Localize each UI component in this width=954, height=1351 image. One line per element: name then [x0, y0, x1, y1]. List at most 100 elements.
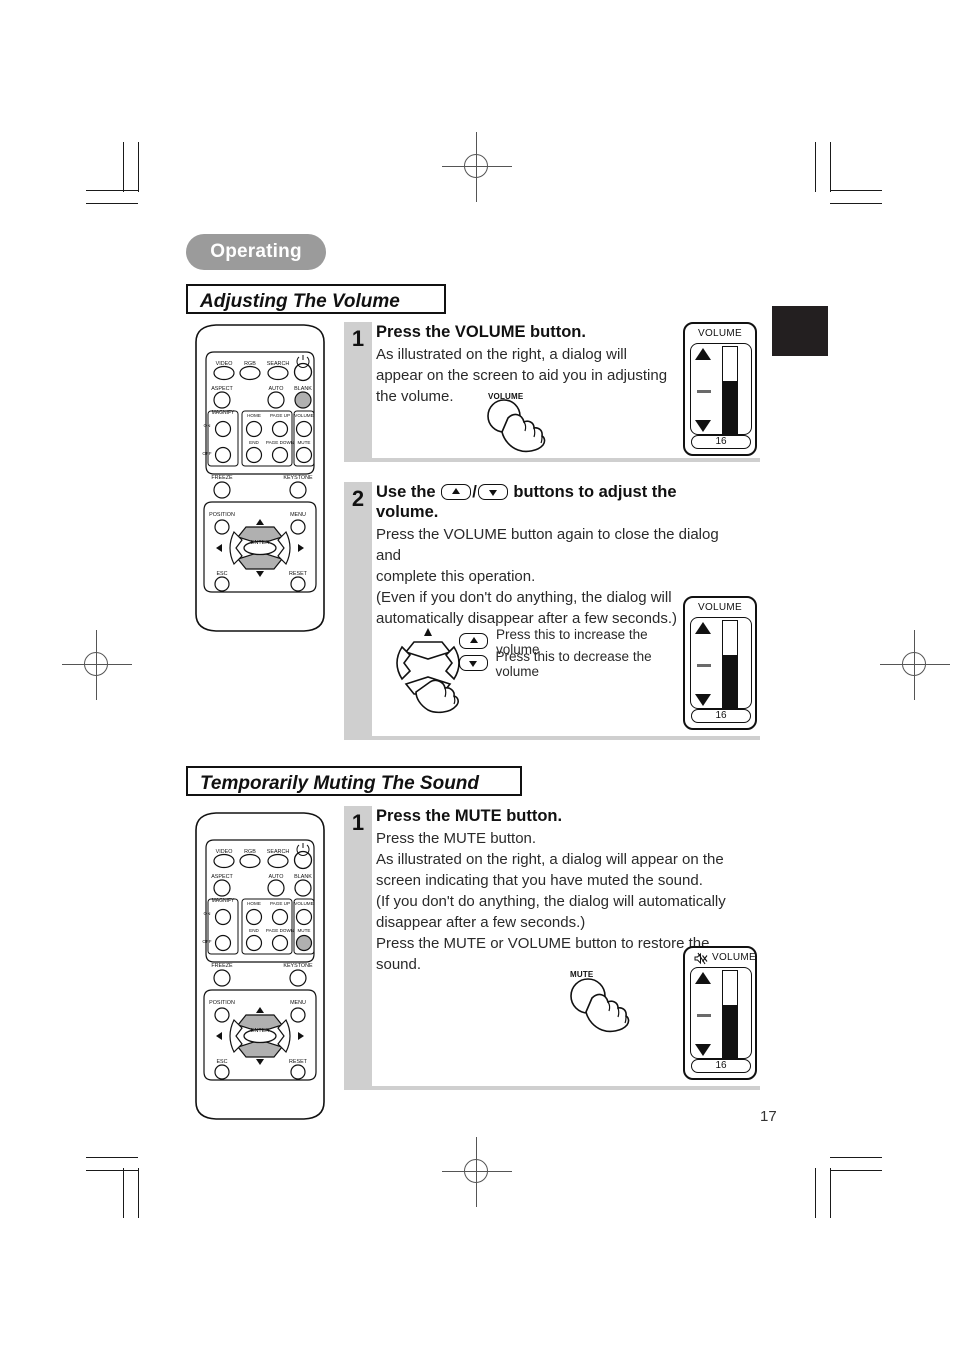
svg-text:MAGNIFY: MAGNIFY	[212, 410, 235, 416]
osd-title-2: VOLUME	[697, 602, 743, 613]
step-3-line-2: screen indicating that you have muted th…	[376, 872, 703, 889]
svg-text:PAGE UP: PAGE UP	[270, 413, 290, 418]
step-3-line-1: As illustrated on the right, a dialog wi…	[376, 851, 724, 868]
svg-text:POSITION: POSITION	[209, 512, 235, 518]
svg-text:ASPECT: ASPECT	[211, 386, 233, 392]
osd-level-fill-3	[723, 1005, 737, 1061]
svg-text:FREEZE: FREEZE	[211, 963, 233, 969]
svg-text:PAGE DOWN: PAGE DOWN	[266, 928, 294, 933]
svg-text:RESET: RESET	[289, 1059, 308, 1065]
step-number-2: 2	[351, 486, 365, 511]
step-number-3: 1	[351, 810, 365, 835]
osd-up-arrow-icon-1	[695, 348, 711, 360]
osd-down-arrow-icon-2	[695, 694, 711, 706]
osd-value-1: 16	[691, 435, 751, 449]
step-3-line-0: Press the MUTE button.	[376, 830, 537, 847]
step-2-heading-part3: volume.	[376, 503, 439, 521]
step-2-line-2: (Even if you don't do anything, the dial…	[376, 589, 672, 606]
step-2-heading-part2: buttons to adjust the	[513, 483, 677, 501]
down-arrow-pill-icon	[459, 655, 488, 671]
svg-text:AUTO: AUTO	[269, 386, 284, 392]
osd-volume-dialog-1: VOLUME 16	[683, 322, 757, 456]
svg-text:POSITION: POSITION	[209, 1000, 235, 1006]
osd-up-arrow-icon-3	[695, 972, 711, 984]
osd-level-bar-1	[722, 346, 738, 438]
osd-value-2: 16	[691, 709, 751, 723]
osd-volume-dialog-2: VOLUME 16	[683, 596, 757, 730]
legend-row-decrease: Press this to decrease the volume	[458, 649, 688, 679]
osd-up-arrow-icon-2	[695, 622, 711, 634]
svg-text:ASPECT: ASPECT	[211, 874, 233, 880]
svg-text:HOME: HOME	[247, 413, 261, 418]
osd-level-bar-3	[722, 970, 738, 1062]
svg-text:MUTE: MUTE	[297, 440, 310, 445]
svg-text:PAGE DOWN: PAGE DOWN	[266, 440, 294, 445]
manual-page: Operating Adjusting The Volume VIDEO RGB…	[0, 0, 954, 1351]
registration-mark-top	[442, 132, 512, 202]
osd-down-arrow-icon-3	[695, 1044, 711, 1056]
step-3-line-3: (If you don't do anything, the dialog wi…	[376, 893, 726, 910]
osd-volume-dialog-muted: VOLUME 16	[683, 946, 757, 1080]
step-1-line-1: appear on the screen to aid you in adjus…	[376, 367, 668, 384]
registration-mark-bottom	[442, 1137, 512, 1207]
svg-text:ENTER: ENTER	[251, 540, 269, 546]
step-2-line-1: complete this operation.	[376, 568, 536, 585]
page-number: 17	[760, 1108, 777, 1125]
osd-midpoint-dash-1	[697, 390, 711, 393]
svg-text:PAGE UP: PAGE UP	[270, 901, 290, 906]
hand-press-volume-illustration: VOLUME	[478, 392, 578, 454]
svg-text:BLANK: BLANK	[294, 874, 312, 880]
remote-control-illustration-volume: VIDEO RGB SEARCH ASPECT AUTO BLANK MAGNI…	[186, 322, 334, 634]
step-divider-2	[344, 736, 760, 740]
osd-midpoint-dash-3	[697, 1014, 711, 1017]
svg-text:ON: ON	[204, 423, 211, 428]
hand-press-mute-illustration: MUTE	[560, 970, 660, 1040]
registration-mark-right	[880, 630, 950, 700]
svg-text:OFF: OFF	[202, 939, 211, 944]
hand-label-mute: MUTE	[570, 970, 594, 979]
osd-level-bar-2	[722, 620, 738, 712]
step-2-line-0: Press the VOLUME button again to close t…	[376, 526, 719, 564]
step-band-3	[344, 806, 372, 1090]
svg-text:ON: ON	[204, 911, 211, 916]
svg-text:ESC: ESC	[216, 1059, 227, 1065]
svg-text:MAGNIFY: MAGNIFY	[212, 898, 235, 904]
step-band-2	[344, 482, 372, 740]
step-1-heading: Press the VOLUME button.	[376, 323, 586, 341]
step-2-heading: Use the / buttons to adjust the volume.	[376, 483, 677, 521]
svg-text:END: END	[249, 440, 259, 445]
step-divider-3	[344, 1086, 760, 1090]
svg-text:MENU: MENU	[290, 512, 306, 518]
svg-text:MENU: MENU	[290, 1000, 306, 1006]
svg-text:ESC: ESC	[216, 571, 227, 577]
svg-text:BLANK: BLANK	[294, 386, 312, 392]
step-number-1: 1	[351, 326, 365, 351]
down-arrow-pill-icon	[477, 483, 508, 500]
hand-label-volume: VOLUME	[488, 392, 524, 401]
svg-text:KEYSTONE: KEYSTONE	[283, 963, 313, 969]
osd-title-1: VOLUME	[697, 328, 743, 339]
registration-mark-left	[62, 630, 132, 700]
osd-down-arrow-icon-1	[695, 420, 711, 432]
svg-text:KEYSTONE: KEYSTONE	[283, 475, 313, 481]
svg-text:MUTE: MUTE	[297, 928, 310, 933]
svg-text:AUTO: AUTO	[269, 874, 284, 880]
svg-text:ENTER: ENTER	[251, 1028, 269, 1034]
osd-value-3: 16	[691, 1059, 751, 1073]
legend-text-decrease: Press this to decrease the volume	[495, 649, 652, 679]
step-2-heading-part1: Use the	[376, 483, 436, 501]
step-divider-1	[344, 458, 760, 462]
svg-text:END: END	[249, 928, 259, 933]
svg-text:FREEZE: FREEZE	[211, 475, 233, 481]
section-title-muting-sound: Temporarily Muting The Sound	[186, 766, 522, 796]
svg-text:VOLUME: VOLUME	[294, 901, 313, 906]
step-1-line-0: As illustrated on the right, a dialog wi…	[376, 346, 627, 363]
svg-text:VOLUME: VOLUME	[294, 413, 313, 418]
chapter-tag: Operating	[186, 234, 326, 270]
osd-title-3: VOLUME	[711, 952, 757, 963]
section-title-adjusting-volume: Adjusting The Volume	[186, 284, 446, 314]
chapter-thumb-tab	[772, 306, 828, 356]
up-arrow-pill-icon	[441, 483, 472, 500]
svg-text:HOME: HOME	[247, 901, 261, 906]
step-3-heading: Press the MUTE button.	[376, 807, 563, 825]
